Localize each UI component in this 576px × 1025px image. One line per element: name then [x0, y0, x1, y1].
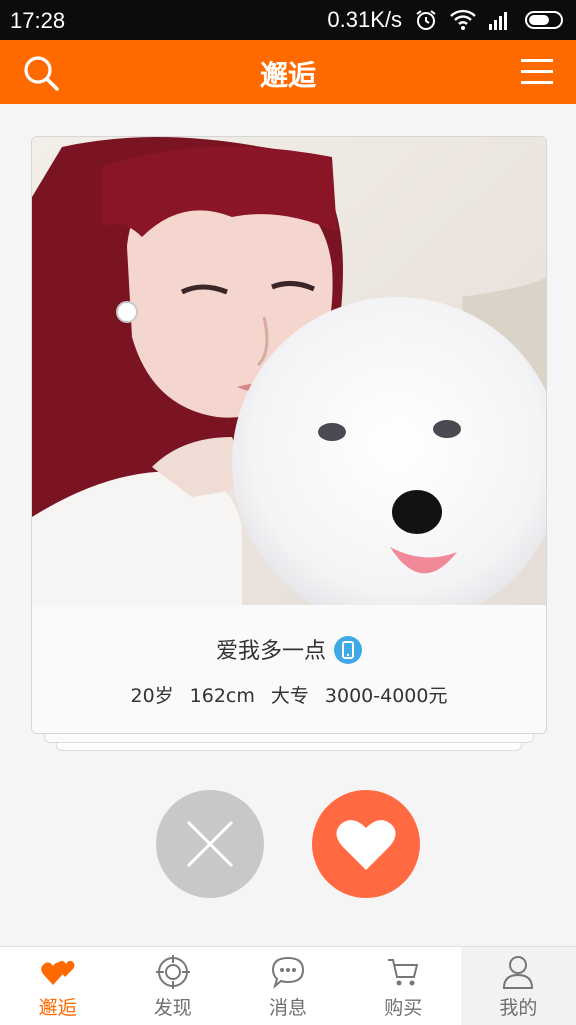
tab-label: 消息 [269, 997, 308, 1019]
tab-label: 我的 [499, 997, 538, 1019]
tab-label: 邂逅 [38, 997, 77, 1019]
bottom-tab-bar: 邂逅 发现 消息 购买 我的 [0, 946, 576, 1025]
cart-icon [388, 959, 419, 986]
profile-height: 162cm [189, 685, 255, 707]
profile-name-row: 爱我多一点 [32, 633, 546, 666]
profile-education: 大专 [270, 685, 309, 707]
like-button[interactable] [312, 790, 420, 898]
profile-name: 爱我多一点 [215, 639, 326, 664]
phone-verified-icon [334, 636, 362, 664]
profile-photo-image [32, 137, 546, 605]
chat-bubble-icon [271, 956, 305, 989]
heart-icon [336, 820, 396, 870]
tab-mine[interactable]: 我的 [460, 947, 576, 1025]
menu-icon[interactable] [520, 57, 554, 87]
hearts-icon [40, 960, 75, 985]
tab-discover[interactable]: 发现 [115, 947, 230, 1025]
battery-icon [525, 11, 563, 29]
tab-label: 发现 [153, 997, 192, 1019]
close-icon [186, 820, 234, 868]
signal-icon [489, 12, 507, 30]
profile-photo[interactable] [32, 137, 546, 605]
user-icon [503, 956, 534, 989]
page-title: 邂逅 [259, 59, 316, 92]
status-bar: 17:28 0.31K/s [0, 0, 576, 40]
profile-info: 爱我多一点 20岁 162cm 大专 3000-4000元 [32, 605, 546, 733]
tab-purchase[interactable]: 购买 [346, 947, 461, 1025]
wifi-icon [450, 9, 476, 30]
profile-card[interactable]: 爱我多一点 20岁 162cm 大专 3000-4000元 [31, 136, 547, 734]
tab-label: 购买 [384, 997, 423, 1019]
alarm-icon [416, 10, 436, 30]
status-time: 17:28 [10, 8, 66, 33]
dislike-button[interactable] [156, 790, 264, 898]
status-indicators: 0.31K/s [327, 7, 566, 33]
profile-income: 3000-4000元 [324, 685, 448, 707]
tab-encounter[interactable]: 邂逅 [0, 947, 115, 1025]
app-header: 邂逅 [0, 40, 576, 104]
profile-details: 20岁 162cm 大专 3000-4000元 [32, 681, 546, 708]
target-icon [155, 955, 190, 989]
tab-messages[interactable]: 消息 [230, 947, 345, 1025]
profile-age: 20岁 [130, 685, 174, 707]
network-speed: 0.31K/s [327, 7, 402, 32]
